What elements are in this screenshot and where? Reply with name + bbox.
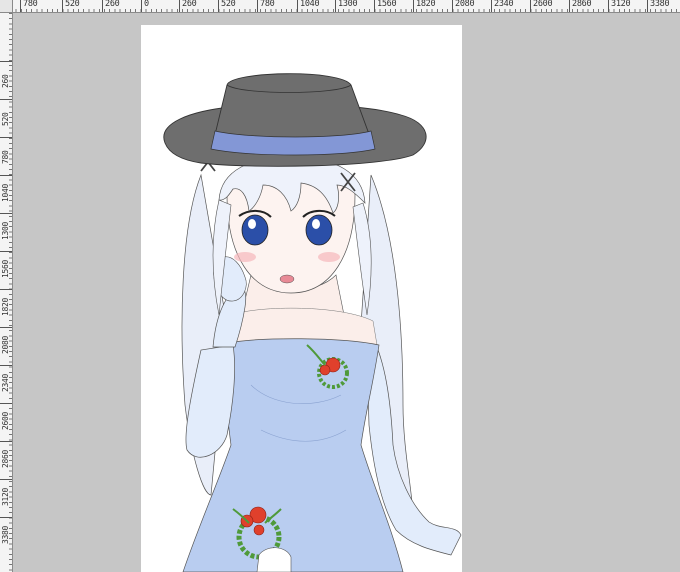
ruler-h-label: 2080 (452, 0, 475, 12)
ruler-h-label: 1040 (297, 0, 320, 12)
ruler-v-label: 1560 (0, 251, 12, 289)
ruler-v-label: 2340 (0, 365, 12, 403)
ruler-v-label: 1040 (0, 175, 12, 213)
ruler-h-label: 0 (141, 0, 149, 12)
ruler-h-label: 2860 (569, 0, 592, 12)
ruler-v-label: 2600 (0, 403, 12, 441)
ruler-v-label: 260 (0, 61, 12, 99)
ruler-h-label: 780 (20, 0, 38, 12)
ruler-v-label: 3380 (0, 517, 12, 555)
ruler-h-label: 520 (62, 0, 80, 12)
ruler-v-label: 2080 (0, 327, 12, 365)
ruler-h-label: 260 (102, 0, 120, 12)
document-canvas[interactable] (141, 25, 462, 572)
ruler-h-label: 3120 (608, 0, 631, 12)
ruler-v-label: 1300 (0, 213, 12, 251)
ruler-h-label: 520 (218, 0, 236, 12)
ruler-h-label: 1300 (335, 0, 358, 12)
ruler-v-label: 780 (0, 137, 12, 175)
ruler-v-label: 520 (0, 99, 12, 137)
canvas-workspace[interactable] (13, 13, 680, 572)
horizontal-ruler[interactable]: 780 520 260 0 260 520 780 1040 1300 1560… (0, 0, 680, 13)
ruler-h-label: 780 (257, 0, 275, 12)
ruler-h-label: 3380 (647, 0, 670, 12)
ruler-h-label: 1560 (374, 0, 397, 12)
ruler-h-label: 260 (179, 0, 197, 12)
ruler-h-label: 1820 (413, 0, 436, 12)
ruler-corner[interactable] (0, 0, 13, 13)
vertical-ruler[interactable]: 260 520 780 1040 1300 1560 1820 2080 234… (0, 13, 13, 572)
anime-girl-illustration (163, 73, 462, 572)
ruler-v-label: 2860 (0, 441, 12, 479)
ruler-v-label: 1820 (0, 289, 12, 327)
ruler-v-label: 3120 (0, 479, 12, 517)
ruler-h-label: 2600 (530, 0, 553, 12)
ruler-h-label: 2340 (491, 0, 514, 12)
